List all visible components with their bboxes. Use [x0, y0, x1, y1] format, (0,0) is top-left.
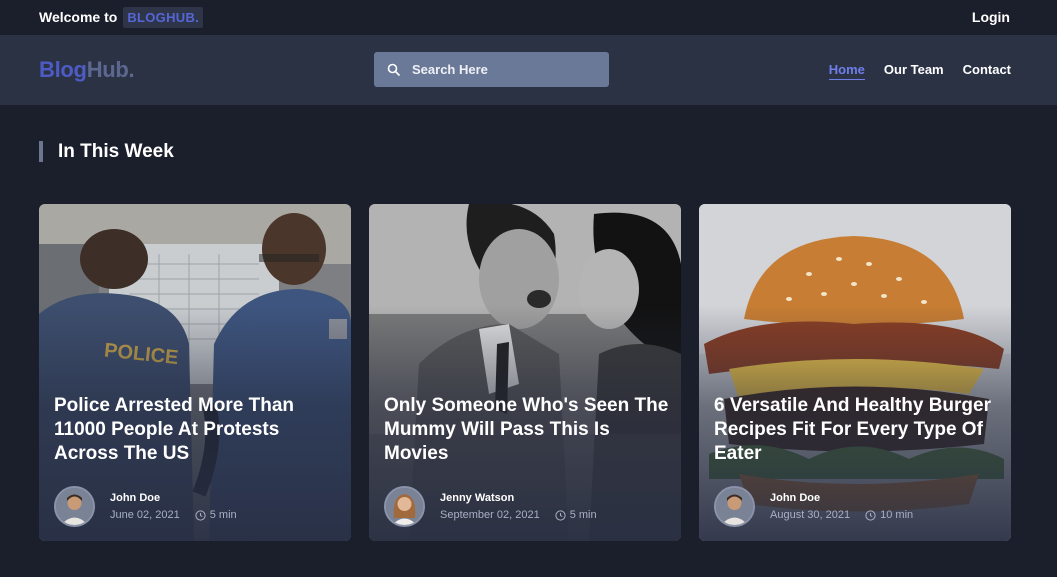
- post-title[interactable]: Police Arrested More Than 11000 People A…: [54, 394, 339, 466]
- top-strip: Welcome to BLOGHUB. Login: [0, 0, 1057, 35]
- main-header: BlogHub. Home Our Team Contact: [0, 35, 1057, 105]
- clock-icon: [195, 509, 206, 521]
- author-avatar: [384, 486, 425, 527]
- post-date: August 30, 2021: [770, 509, 851, 521]
- author-avatar: [54, 486, 95, 527]
- logo-part-hub: Hub.: [86, 57, 135, 82]
- welcome-message: Welcome to BLOGHUB.: [39, 5, 204, 29]
- logo-part-blog: Blog: [39, 57, 87, 82]
- brand-tag: BLOGHUB.: [123, 6, 204, 28]
- nav-our-team[interactable]: Our Team: [884, 62, 944, 80]
- search-icon[interactable]: [374, 63, 412, 76]
- post-card-2[interactable]: Only Someone Who's Seen The Mummy Will P…: [369, 204, 681, 541]
- post-card-1[interactable]: POLICE Police Arrested More Than 11000 P…: [39, 204, 351, 541]
- main-nav: Home Our Team Contact: [828, 62, 1011, 80]
- read-time: 5 min: [569, 509, 597, 521]
- post-card-3[interactable]: 6 Versatile And Healthy Burger Recipes F…: [699, 204, 1011, 541]
- read-time: 10 min: [880, 509, 914, 521]
- login-link[interactable]: Login: [972, 9, 1010, 25]
- post-date: June 02, 2021: [110, 509, 180, 521]
- site-logo[interactable]: BlogHub.: [39, 57, 135, 83]
- search-input[interactable]: [412, 62, 592, 77]
- author-avatar: [714, 486, 755, 527]
- search-box: [374, 52, 609, 87]
- post-title[interactable]: 6 Versatile And Healthy Burger Recipes F…: [714, 394, 999, 466]
- author-name[interactable]: Jenny Watson: [440, 492, 597, 504]
- author-name[interactable]: John Doe: [770, 492, 913, 504]
- welcome-text: Welcome to: [39, 9, 118, 25]
- clock-icon: [555, 509, 566, 521]
- post-author: John Doe August 30, 2021 10 min: [714, 486, 913, 527]
- post-title[interactable]: Only Someone Who's Seen The Mummy Will P…: [384, 394, 669, 466]
- post-date: September 02, 2021: [440, 509, 540, 521]
- post-author: Jenny Watson September 02, 2021 5 min: [384, 486, 597, 527]
- nav-home[interactable]: Home: [828, 62, 865, 80]
- section-title: In This Week: [39, 141, 174, 162]
- post-author: John Doe June 02, 2021 5 min: [54, 486, 237, 527]
- author-name[interactable]: John Doe: [110, 492, 237, 504]
- read-time: 5 min: [209, 509, 237, 521]
- clock-icon: [865, 509, 876, 521]
- nav-contact[interactable]: Contact: [963, 62, 1011, 80]
